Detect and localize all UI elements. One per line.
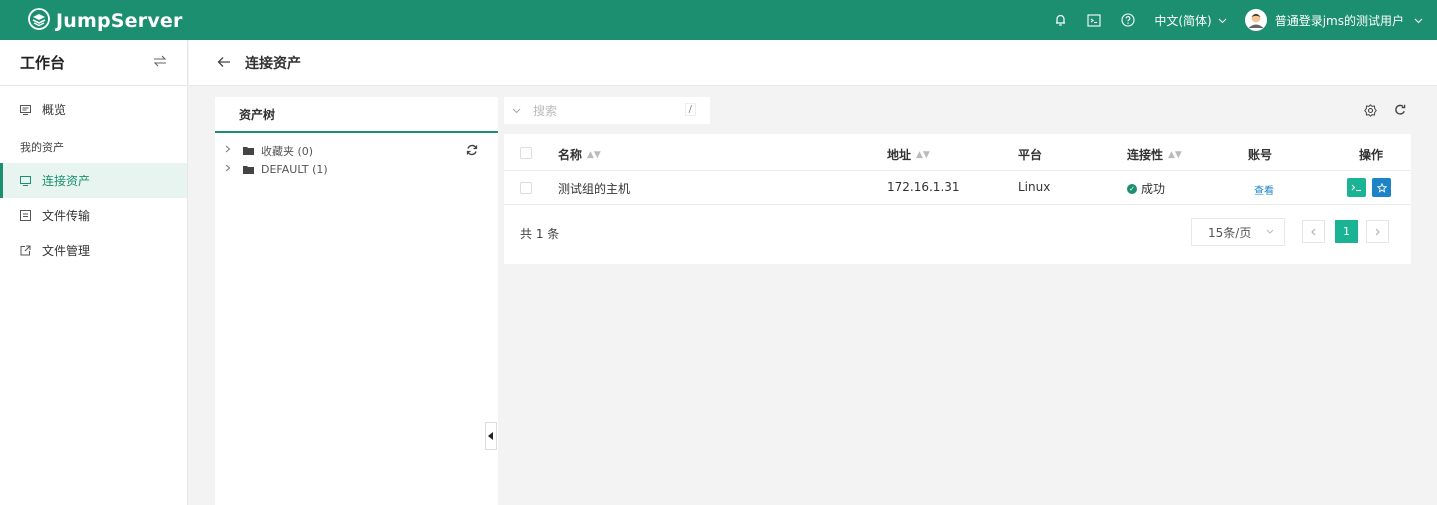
favorite-star-button[interactable] [1372, 178, 1391, 197]
sidebar-section-my-assets: 我的资产 [20, 141, 64, 154]
sidebar-title: 工作台 [20, 54, 66, 72]
avatar [1244, 9, 1267, 31]
sidebar-item-file-transfer[interactable]: 文件传输 [0, 198, 187, 233]
chevron-down-icon[interactable] [512, 108, 521, 114]
column-header-account: 账号 [1248, 148, 1273, 162]
column-header-name[interactable]: 名称 ▲▼ [558, 146, 601, 163]
file-transfer-icon [20, 210, 34, 221]
back-arrow-icon[interactable] [217, 53, 231, 72]
tab-asset-tree[interactable]: 资产树 [215, 97, 498, 133]
chevron-down-icon [1414, 13, 1423, 27]
chevron-down-icon [1266, 227, 1274, 237]
sidebar: 工作台 概览 我的资产 连接资产 文件传输 文件管理 [0, 40, 188, 505]
asset-platform: Linux [1018, 180, 1051, 194]
language-selector[interactable]: 中文(简体) [1154, 12, 1227, 29]
tree-node-default[interactable]: DEFAULT (1) [215, 160, 498, 179]
status-badge: ✓ 成功 [1127, 180, 1165, 197]
monitor-icon [20, 175, 34, 186]
search-shortcut: / [684, 103, 696, 116]
sidebar-item-label: 概览 [42, 103, 67, 117]
sidebar-item-label: 连接资产 [42, 174, 91, 188]
refresh-icon[interactable] [1392, 102, 1408, 118]
sort-icon: ▲▼ [1168, 149, 1182, 160]
page-header: 连接资产 [189, 40, 1437, 86]
sort-icon: ▲▼ [587, 149, 601, 160]
next-page-button[interactable] [1366, 220, 1389, 243]
sidebar-item-file-management[interactable]: 文件管理 [0, 233, 187, 268]
column-label: 连接性 [1127, 148, 1164, 162]
column-header-platform: 平台 [1018, 148, 1043, 162]
terminal-icon[interactable] [1086, 12, 1102, 28]
sidebar-header: 工作台 [0, 40, 187, 86]
row-checkbox[interactable] [520, 182, 532, 194]
brand-name: JumpServer [56, 9, 183, 32]
tree-node-label: 收藏夹 (0) [261, 144, 314, 158]
chevron-right-icon[interactable] [225, 164, 243, 175]
collapse-tree-handle[interactable] [485, 422, 497, 450]
column-header-connectivity[interactable]: 连接性 ▲▼ [1127, 146, 1182, 163]
folder-icon [243, 146, 257, 155]
external-link-icon [20, 245, 34, 256]
language-label: 中文(简体) [1154, 13, 1212, 28]
swap-icon[interactable] [153, 55, 167, 71]
connect-terminal-button[interactable] [1347, 178, 1366, 197]
asset-address: 172.16.1.31 [887, 180, 960, 194]
sidebar-item-connect-assets[interactable]: 连接资产 [0, 163, 187, 198]
table-row: 测试组的主机 172.16.1.31 Linux ✓ 成功 查看 [504, 171, 1411, 205]
sidebar-item-label: 文件管理 [42, 244, 91, 258]
tree-node-favorites[interactable]: 收藏夹 (0) [215, 141, 498, 160]
table-header-row: 名称 ▲▼ 地址 ▲▼ 平台 连接性 ▲▼ 账号 操作 [504, 134, 1411, 171]
jumpserver-logo-icon [28, 8, 50, 33]
column-label: 地址 [887, 148, 912, 162]
username: 普通登录jms的测试用户 [1274, 13, 1404, 28]
asset-table: 名称 ▲▼ 地址 ▲▼ 平台 连接性 ▲▼ 账号 操作 测试组的主机 172.1… [504, 134, 1411, 264]
view-accounts-link[interactable]: 查看 [1254, 182, 1274, 197]
dashboard-icon [20, 104, 34, 115]
page-size-select[interactable]: 15条/页 [1191, 218, 1285, 246]
asset-name[interactable]: 测试组的主机 [558, 180, 630, 197]
top-header: JumpServer 中文(简体) 普通登录jms的测试用户 [0, 0, 1437, 40]
status-label: 成功 [1141, 182, 1166, 196]
chevron-right-icon[interactable] [225, 145, 243, 156]
page-size-value: 15条/页 [1208, 225, 1252, 240]
caret-left-icon [488, 429, 494, 443]
check-circle-icon: ✓ [1127, 183, 1137, 194]
page-title: 连接资产 [245, 55, 301, 72]
header-actions: 中文(简体) 普通登录jms的测试用户 [1034, 0, 1423, 40]
bell-icon[interactable] [1052, 12, 1068, 28]
settings-icon[interactable] [1362, 102, 1378, 118]
user-menu[interactable]: 普通登录jms的测试用户 [1244, 9, 1423, 31]
total-count: 共 1 条 [520, 227, 560, 241]
brand-logo[interactable]: JumpServer [28, 8, 183, 33]
folder-icon [243, 165, 257, 174]
column-label: 名称 [558, 148, 583, 162]
select-all-checkbox[interactable] [520, 147, 532, 159]
help-icon[interactable] [1120, 12, 1136, 28]
search-placeholder: 搜索 [533, 104, 558, 118]
sort-icon: ▲▼ [916, 149, 930, 160]
refresh-icon[interactable] [466, 144, 478, 160]
search-input[interactable]: 搜索 / [504, 97, 710, 124]
asset-tree-panel: 资产树 收藏夹 (0) DEFAULT (1) [215, 97, 498, 505]
prev-page-button[interactable] [1302, 220, 1325, 243]
sidebar-item-label: 文件传输 [42, 209, 91, 223]
tree-node-label: DEFAULT (1) [261, 163, 328, 176]
chevron-down-icon [1218, 13, 1227, 27]
column-header-address[interactable]: 地址 ▲▼ [887, 146, 930, 163]
page-number-button[interactable]: 1 [1335, 220, 1358, 243]
column-header-actions: 操作 [1359, 148, 1384, 162]
sidebar-item-overview[interactable]: 概览 [0, 92, 187, 127]
